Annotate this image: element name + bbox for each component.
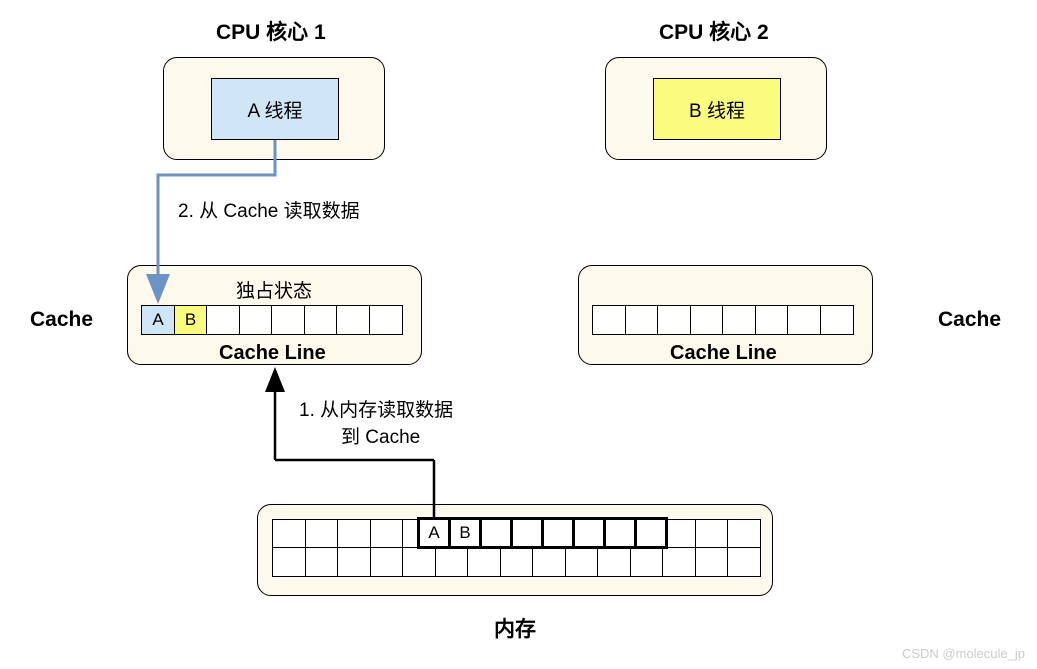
watermark: CSDN @molecule_jp: [902, 646, 1025, 661]
thread-a-label: A 线程: [248, 96, 303, 123]
cache2-cell: [657, 305, 691, 335]
cache1-cell: [239, 305, 273, 335]
memory-cacheline-highlight: A B: [417, 517, 668, 549]
memory-cell: [532, 547, 566, 577]
cache-line-label-1: Cache Line: [219, 342, 326, 365]
cache2-cell: [690, 305, 724, 335]
cache1-cell: [271, 305, 305, 335]
cache1-cell-a: A: [141, 305, 175, 335]
memory-cell: [337, 547, 371, 577]
memory-cell: [272, 547, 306, 577]
cpu2-title: CPU 核心 2: [659, 16, 769, 46]
cache1-cell: [206, 305, 240, 335]
memory-cell: [370, 519, 404, 549]
step1-label-a: 1. 从内存读取数据: [299, 395, 453, 422]
memory-cell: [662, 547, 696, 577]
cache1-cell: [369, 305, 403, 335]
step2-label: 2. 从 Cache 读取数据: [178, 196, 360, 223]
memory-cell: [727, 547, 761, 577]
memory-cell: [695, 547, 729, 577]
thread-b-box: B 线程: [653, 78, 781, 140]
memory-cell: [272, 519, 306, 549]
memory-cell-a: A: [417, 517, 451, 549]
cache1-cell-b: B: [174, 305, 208, 335]
cpu1-title: CPU 核心 1: [216, 16, 326, 46]
memory-row2: [272, 547, 761, 577]
cache-label-left: Cache: [30, 308, 93, 332]
cache2-cell: [592, 305, 626, 335]
memory-cell: [337, 519, 371, 549]
cache-label-right: Cache: [938, 308, 1001, 332]
memory-cell: [305, 547, 339, 577]
cache1-line-cells: A B: [141, 305, 403, 335]
memory-cell-thick: [541, 517, 575, 549]
memory-cell-thick: [634, 517, 668, 549]
cache1-cell: [304, 305, 338, 335]
cache2-cell: [755, 305, 789, 335]
thread-a-box: A 线程: [211, 78, 339, 140]
step1-label-b: 到 Cache: [341, 422, 420, 449]
cache2-cell: [722, 305, 756, 335]
memory-cell: [402, 547, 436, 577]
memory-cell: [467, 547, 501, 577]
memory-cell: [435, 547, 469, 577]
cache2-cell: [787, 305, 821, 335]
thread-b-label: B 线程: [689, 96, 745, 123]
memory-cell: [500, 547, 534, 577]
memory-cell-b: B: [448, 517, 482, 549]
memory-cell: [305, 519, 339, 549]
memory-cell: [695, 519, 729, 549]
cache-line-label-2: Cache Line: [670, 342, 777, 365]
exclusive-state-label: 独占状态: [236, 276, 312, 303]
cache1-cell: [336, 305, 370, 335]
cache2-cell: [820, 305, 854, 335]
memory-cell: [630, 547, 664, 577]
cache2-cell: [625, 305, 659, 335]
cache2-line-cells: [592, 305, 854, 335]
memory-label: 内存: [494, 613, 536, 643]
memory-cell-thick: [603, 517, 637, 549]
memory-cell: [727, 519, 761, 549]
memory-cell-thick: [572, 517, 606, 549]
memory-cell: [597, 547, 631, 577]
memory-cell-thick: [510, 517, 544, 549]
memory-cell: [370, 547, 404, 577]
memory-cell-thick: [479, 517, 513, 549]
memory-cell: [565, 547, 599, 577]
